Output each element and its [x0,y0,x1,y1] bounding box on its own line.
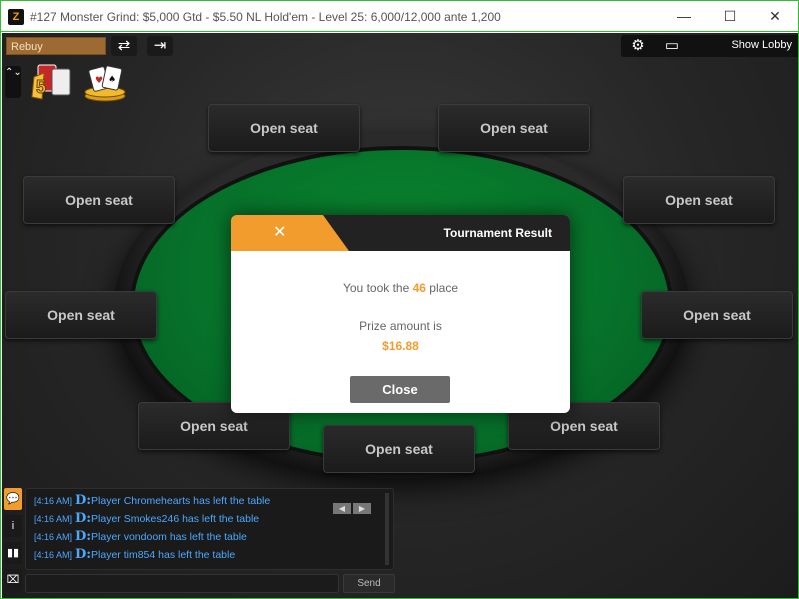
dealer-marker: D: [74,493,92,508]
cards-and-chips-icon: ♥ ♠ [84,65,126,102]
chat-side-tabs: 💬 i ▮▮ ⌧ [4,488,22,596]
level-five-badge-icon: 5 [31,64,71,100]
close-dialog-button[interactable]: Close [350,376,450,403]
stats-tab-icon[interactable]: ▮▮ [4,542,22,564]
prize-label: Prize amount is [359,319,442,333]
table-area: Rebuy ⇄ ⇥ ⚙ ▭ Show Lobby ⌃⌄ 5 ♥ ♠ Open s… [2,33,798,598]
chat-nav-buttons: ◀ ▶ [333,498,373,514]
chat-timestamp: [4:16 AM] [34,550,73,560]
table-layout-icon[interactable]: ▭ [657,35,687,57]
open-seat-5[interactable]: Open seat [5,291,157,339]
open-seat-2[interactable]: Open seat [438,104,590,152]
chat-scrollbar[interactable] [385,493,389,565]
dialog-close-icon[interactable]: ✕ [231,215,349,251]
info-tab-icon[interactable]: i [4,515,22,537]
chat-tab-icon[interactable]: 💬 [4,488,22,510]
close-window-button[interactable]: ✕ [752,4,798,30]
dealer-marker: D: [74,511,92,526]
minimize-button[interactable]: — [661,4,707,30]
chat-timestamp: [4:16 AM] [34,514,73,524]
chat-input[interactable] [25,574,339,593]
chat-log[interactable]: [4:16 AM] D:Player Chromehearts has left… [25,488,394,570]
show-lobby-button[interactable]: Show Lobby [731,39,792,51]
svg-text:♠: ♠ [108,75,116,85]
prize-value: $16.88 [382,339,419,353]
chat-prev-icon[interactable]: ◀ [333,503,351,514]
chat-next-icon[interactable]: ▶ [353,503,371,514]
open-seat-4[interactable]: Open seat [623,176,775,224]
chat-timestamp: [4:16 AM] [34,496,73,506]
chat-message: [4:16 AM] D:Player Smokes246 has left th… [34,511,259,526]
chat-text: Player tim854 has left the table [91,549,236,561]
refresh-icon[interactable]: ⇄ [111,36,137,56]
chat-text: Player Chromehearts has left the table [91,495,271,507]
open-seat-9[interactable]: Open seat [323,425,475,473]
dealer-marker: D: [74,547,92,562]
maximize-button[interactable]: ☐ [707,4,753,30]
svg-text:♥: ♥ [95,76,103,86]
open-seat-6[interactable]: Open seat [641,291,793,339]
app-logo-icon: Z [8,9,24,25]
finish-place-prefix: You took the [342,281,413,295]
finish-place-text: You took the 46 place [231,281,570,295]
top-right-toolbar: ⚙ ▭ Show Lobby [621,35,798,57]
tournament-result-dialog: ✕ Tournament Result You took the 46 plac… [231,215,570,413]
notes-tab-icon[interactable]: ⌧ [4,569,22,591]
open-seat-3[interactable]: Open seat [23,176,175,224]
chat-message: [4:16 AM] D:Player Chromehearts has left… [34,493,270,508]
finish-place-suffix: place [425,281,458,295]
rebuy-button[interactable]: Rebuy [6,37,106,55]
chat-message: [4:16 AM] D:Player tim854 has left the t… [34,547,235,562]
send-button[interactable]: Send [343,574,395,593]
dialog-header: ✕ Tournament Result [231,215,570,251]
poker-table-window: Z #127 Monster Grind: $5,000 Gtd - $5.50… [0,0,799,599]
dealer-marker: D: [74,529,92,544]
chat-text: Player Smokes246 has left the table [91,513,260,525]
window-title: #127 Monster Grind: $5,000 Gtd - $5.50 N… [30,10,501,24]
open-seat-1[interactable]: Open seat [208,104,360,152]
exit-table-icon[interactable]: ⇥ [147,36,173,56]
finish-place-number: 46 [412,281,426,295]
chat-text: Player vondoom has left the table [91,531,247,543]
chat-timestamp: [4:16 AM] [34,532,73,542]
dialog-title: Tournament Result [443,226,552,240]
title-bar: Z #127 Monster Grind: $5,000 Gtd - $5.50… [1,1,798,32]
settings-gear-icon[interactable]: ⚙ [623,35,653,57]
svg-text:5: 5 [36,77,46,97]
chat-message: [4:16 AM] D:Player vondoom has left the … [34,529,247,544]
seat-scroll-arrows-icon[interactable]: ⌃⌄ [5,66,22,98]
